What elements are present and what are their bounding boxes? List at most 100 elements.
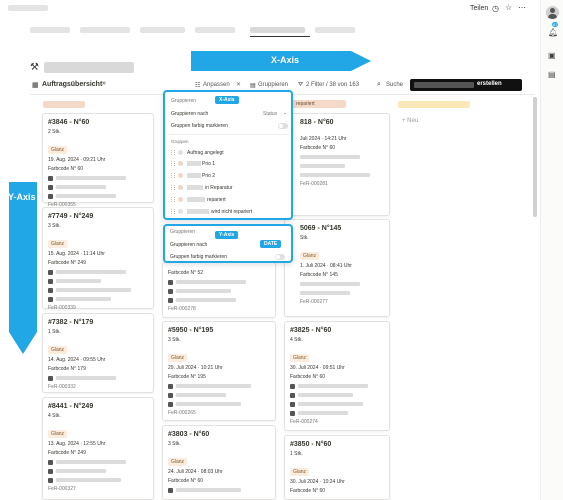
clock-icon[interactable]: ◷ [492,4,499,13]
column-header-3[interactable]: repariert [288,100,346,108]
eye-icon[interactable] [178,161,183,166]
card-code: Farbcode N° 249 [48,450,86,456]
card-code: Farbcode N° 249 [48,260,86,266]
card-id: FeR-000274 [290,419,318,425]
color-groups-toggle[interactable] [278,123,288,129]
group-option[interactable]: repariert [171,196,289,204]
share-button[interactable]: Teilen [470,5,488,12]
card-badge: Glanz [290,354,310,362]
star-icon[interactable]: ☆ [505,3,512,12]
board-icon: ▦ [32,82,39,89]
card-title: 818 - N°60 [300,119,334,126]
bell-icon[interactable]: 🔔︎ [548,28,558,37]
customize-button[interactable]: Anpassen [203,82,230,88]
groups-header: Gruppen [171,139,189,144]
group-by-select[interactable]: Status [263,111,277,117]
group-option[interactable]: Prio 1 [171,160,289,168]
group-option[interactable]: in Reparatur [171,184,289,192]
tab-active[interactable] [250,27,305,33]
eye-icon[interactable] [178,209,183,214]
view-chevron-icon[interactable]: » [102,80,106,87]
group-button[interactable]: Gruppieren [258,82,288,88]
board-card[interactable]: 5069 - N°145 Stk. Glanz 1. Juli 2024 · 0… [284,219,390,317]
board-card[interactable]: #7382 - N°179 1 Stk. Glanz 14. Aug. 2024… [42,313,154,393]
link-icon [290,401,295,407]
card-badge: Glanz [48,146,68,154]
tab-4[interactable] [195,27,235,33]
card-code: Farbcode N° 60 [300,145,336,151]
board-card[interactable]: #5950 - N°195 3 Stk. Glanz 29. Juli 2024… [162,321,276,421]
card-code: Farbcode N° 60 [48,166,84,172]
group-option[interactable]: Auftrag angelegt [171,149,289,157]
breadcrumb[interactable] [8,5,48,11]
scrollbar[interactable] [533,97,537,217]
eye-icon[interactable] [178,197,183,202]
card-title: 5069 - N°145 [300,225,342,232]
eye-icon[interactable] [178,150,183,155]
group-option[interactable]: Prio 2 [171,172,289,180]
card-qty: 3 Stk. [48,223,61,229]
eye-icon[interactable] [178,185,183,190]
y-axis-tag: Y-Axis [215,231,239,239]
group-option[interactable]: wird nicht repariert [171,208,289,216]
board-card[interactable]: Farbcode N° 52 FeR-000278 [162,262,276,318]
card-title: #3825 - N°60 [290,327,332,334]
tab-3[interactable] [140,27,185,33]
link-icon [48,278,53,284]
avatar[interactable] [546,6,559,19]
board-card[interactable]: #3846 - N°60 2 Stk. Glanz 19. Aug. 2024 … [42,113,154,208]
x-axis-banner: X-Axis [191,47,371,75]
chevron-down-icon[interactable]: ⌄ [283,110,287,116]
link-icon [48,269,53,275]
card-date: 19. Aug. 2024 · 09:21 Uhr [48,157,106,163]
link-icon [168,288,173,294]
group-icon[interactable]: ▤ [250,82,256,89]
close-icon[interactable]: ✕ [236,81,241,88]
card-code: Farbcode N° 145 [300,272,338,278]
column-header-4[interactable] [398,101,470,108]
group-by-select[interactable]: DATE [260,240,282,248]
calendar-icon[interactable]: ▤ [548,70,556,79]
link-icon [168,401,173,407]
filter-button[interactable]: 2 Filter / 38 von 163 [306,82,359,88]
link-icon [290,383,295,389]
card-qty: Stk. [300,235,309,241]
y-axis-label: Y-Axis [8,192,36,202]
card-qty: 1 Stk. [48,329,61,335]
card-badge: Glanz [290,468,310,476]
board-card[interactable]: #8441 - N°249 4 Stk. Glanz 13. Aug. 2024… [42,397,154,500]
updates-icon[interactable]: ▣ [548,51,556,60]
filter-icon[interactable]: ⛛ [298,82,303,89]
card-date: 30. Juli 2024 · 09:51 Uhr [290,365,345,371]
customize-icon[interactable]: ☷ [195,82,200,89]
column-header-1[interactable] [43,101,85,108]
board-card[interactable]: #3803 - N°60 3 Stk. Glanz 24. Juli 2024 … [162,425,276,500]
new-card-button[interactable]: + Neu [402,118,418,124]
card-title: #8441 - N°249 [48,403,94,410]
link-icon [168,383,173,389]
board-card[interactable]: #3825 - N°60 4 Stk. Glanz 30. Juli 2024 … [284,321,390,431]
create-button[interactable]: erstellen [410,79,522,91]
link-icon [48,468,53,474]
card-id: FeR-000332 [48,384,76,390]
search-icon[interactable]: ⌕ [377,81,381,89]
tab-6[interactable] [315,27,355,33]
more-icon[interactable]: ⋯ [518,3,526,12]
search-button[interactable]: Suche [386,82,403,88]
board-card[interactable]: #7749 - N°249 3 Stk. Glanz 15. Aug. 2024… [42,207,154,311]
card-badge: Glanz [300,252,320,260]
color-groups-toggle[interactable] [275,254,285,260]
card-id: FeR-000327 [48,486,76,492]
tab-1[interactable] [30,27,70,33]
view-name[interactable]: Auftragsübersicht [42,81,102,88]
eye-icon[interactable] [178,173,183,178]
page-title [44,62,134,73]
board-card[interactable]: #3850 - N°60 1 Stk. Glanz 30. Juli 2024 … [284,435,390,500]
card-badge: Glanz [168,354,188,362]
tab-2[interactable] [80,27,130,33]
card-qty: 4 Stk. [48,413,61,419]
link-icon [48,175,53,181]
board-card[interactable]: 818 - N°60 Juli 2024 · 14:21 Uhr Farbcod… [284,113,390,216]
link-icon [290,410,295,416]
card-code: Farbcode N° 60 [290,488,326,494]
